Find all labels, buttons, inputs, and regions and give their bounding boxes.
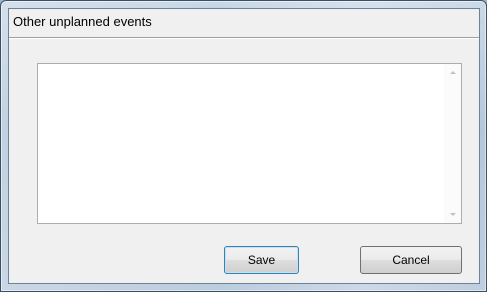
vertical-scrollbar[interactable]	[444, 64, 461, 223]
dialog-frame: Other unplanned events Save Cancel	[0, 0, 487, 292]
save-button[interactable]: Save	[224, 246, 299, 274]
scroll-up-icon[interactable]	[444, 64, 461, 81]
dialog-client-area: Other unplanned events Save Cancel	[8, 8, 480, 284]
dialog-title: Other unplanned events	[13, 14, 152, 29]
events-textarea[interactable]	[38, 64, 444, 223]
cancel-button-label: Cancel	[392, 253, 430, 267]
save-button-label: Save	[247, 253, 276, 267]
cancel-button[interactable]: Cancel	[360, 246, 462, 274]
events-text-box	[37, 63, 462, 224]
title-divider	[9, 37, 479, 39]
scroll-down-icon[interactable]	[444, 206, 461, 223]
